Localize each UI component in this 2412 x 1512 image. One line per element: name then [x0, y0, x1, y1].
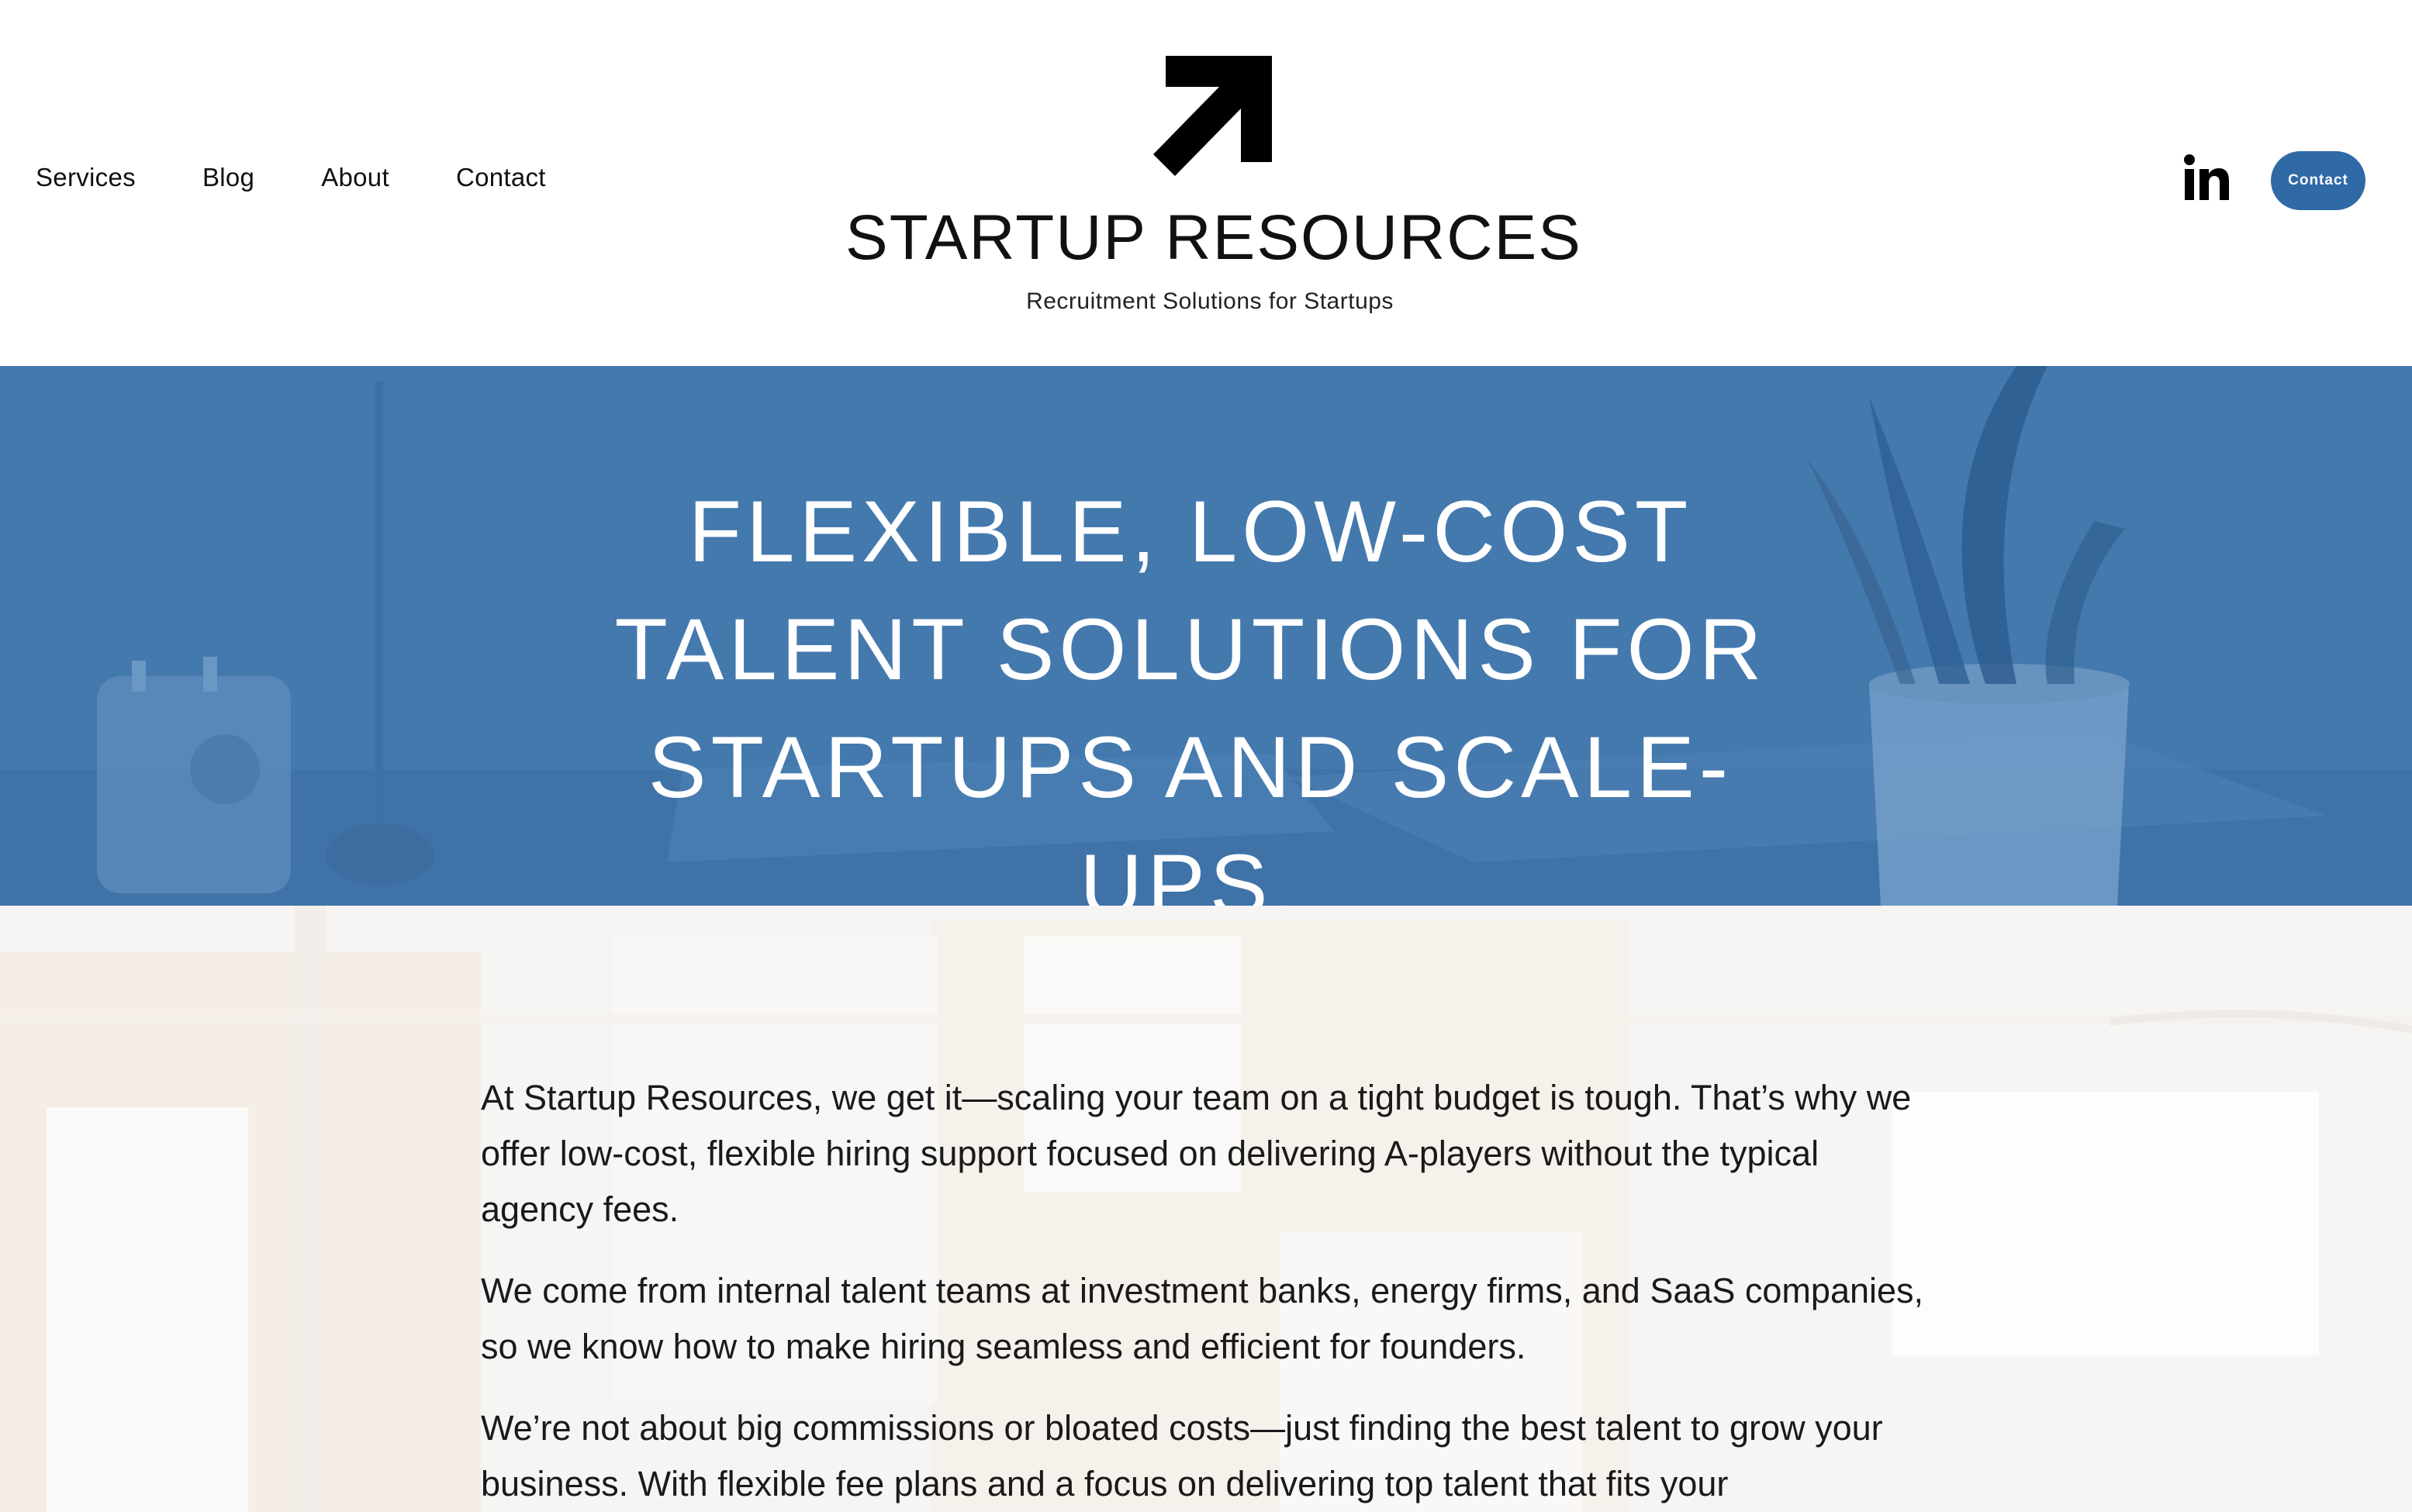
intro-section: At Startup Resources, we get it—scaling … — [0, 906, 2412, 1512]
logo-title: STARTUP RESOURCES — [845, 202, 1582, 273]
contact-button[interactable]: Contact — [2271, 151, 2365, 210]
nav-item-contact[interactable]: Contact — [456, 163, 546, 192]
hero-heading: FLEXIBLE, LOW-COST TALENT SOLUTIONS FOR … — [614, 483, 1767, 906]
main-nav: Services Blog About Contact — [36, 163, 613, 192]
arrow-up-right-icon — [1153, 56, 1272, 176]
nav-item-services[interactable]: Services — [36, 163, 136, 192]
linkedin-icon[interactable] — [2182, 154, 2231, 202]
intro-paragraph: We come from internal talent teams at in… — [481, 1271, 1924, 1366]
logo-tagline: Recruitment Solutions for Startups — [1026, 288, 1394, 314]
intro-paragraph: At Startup Resources, we get it—scaling … — [481, 1078, 1912, 1229]
intro-paragraph: We’re not about big commissions or bloat… — [481, 1408, 1883, 1503]
nav-item-blog[interactable]: Blog — [202, 163, 254, 192]
site-header: Services Blog About Contact STARTUP RESO… — [0, 0, 2412, 366]
hero-section: FLEXIBLE, LOW-COST TALENT SOLUTIONS FOR … — [0, 366, 2412, 906]
intro-text: At Startup Resources, we get it—scaling … — [481, 1070, 1939, 1512]
nav-item-about[interactable]: About — [321, 163, 389, 192]
site-logo[interactable]: STARTUP RESOURCES Recruitment Solutions … — [845, 56, 1582, 315]
